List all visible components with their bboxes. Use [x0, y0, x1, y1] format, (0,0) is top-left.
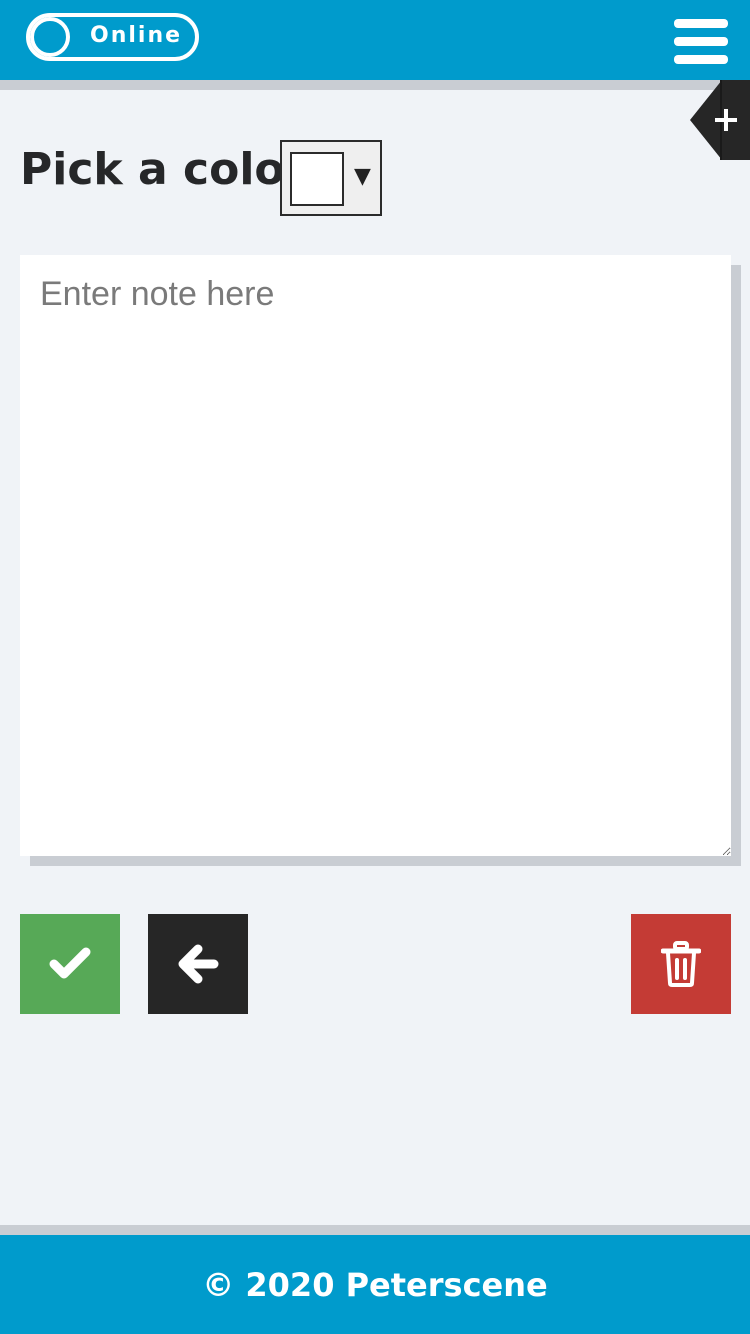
chevron-down-icon: ▼: [354, 164, 371, 189]
checkmark-icon: [49, 947, 91, 979]
color-picker-select[interactable]: ▼: [280, 140, 382, 216]
header-shadow: [0, 80, 750, 90]
note-textarea[interactable]: [20, 255, 731, 856]
save-button[interactable]: [20, 914, 120, 1014]
color-swatch: [290, 152, 344, 206]
back-button[interactable]: [148, 914, 248, 1014]
app-footer: © 2020 Peterscene: [0, 1235, 750, 1334]
add-note-button[interactable]: [690, 80, 750, 160]
toggle-label: Online: [90, 23, 183, 48]
hamburger-menu-icon[interactable]: [674, 19, 728, 65]
copyright-text: © 2020 Peterscene: [202, 1265, 548, 1304]
online-toggle[interactable]: Online: [26, 13, 199, 61]
color-picker-label: Pick a color: [20, 144, 307, 195]
arrow-left-icon: [178, 944, 219, 984]
toggle-knob: [30, 17, 70, 57]
delete-button[interactable]: [631, 914, 731, 1014]
trash-icon: [661, 941, 701, 987]
plus-icon: [690, 80, 750, 160]
footer-shadow: [0, 1225, 750, 1235]
app-header: Online: [0, 0, 750, 80]
